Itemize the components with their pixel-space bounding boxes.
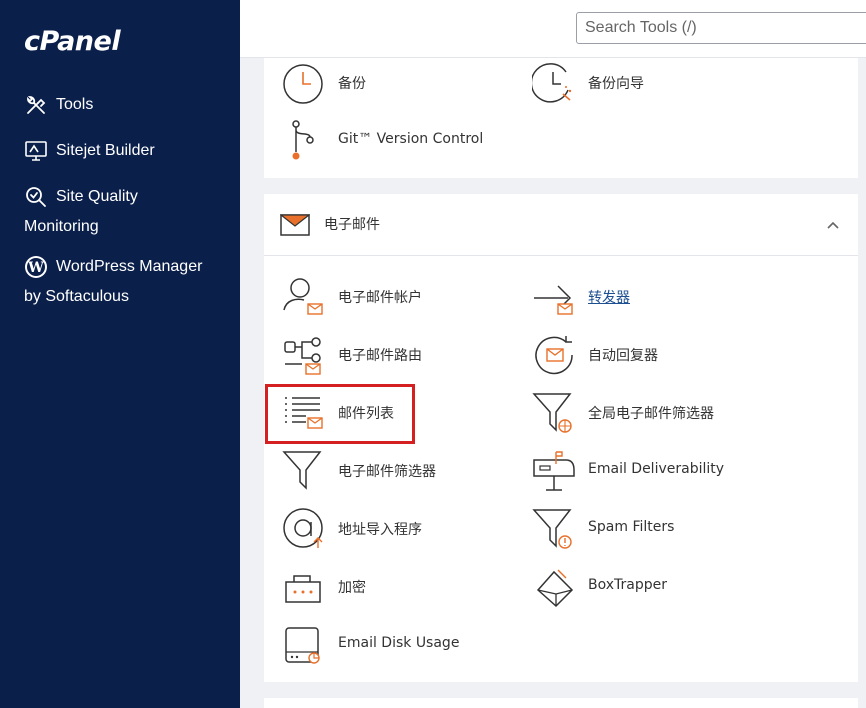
email-section-card: 电子邮件 电子邮件帐户 转发器 电子邮件路由 自动回复器 邮件列表 全局电子邮件… [264,194,858,682]
sidebar-item-label: WordPress Manager [56,258,203,275]
svg-text:W: W [27,260,44,276]
tool-label: BoxTrapper [588,577,667,593]
sidebar-item-site-quality[interactable]: Site Quality Monitoring [24,182,138,242]
sidebar-item-label: Tools [56,96,94,113]
sidebar-item-label-line2: Monitoring [24,218,99,236]
files-section-card: 备份 备份向导 Git™ Version Control [264,58,858,178]
email-section-title: 电子邮件 [324,217,380,233]
git-branch-icon [282,118,328,164]
backup-clock-icon [282,60,328,106]
tool-label: 电子邮件帐户 [338,290,422,306]
tool-label: Spam Filters [588,519,675,535]
tools-icon [24,93,48,117]
boxtrapper-icon [532,564,578,610]
global-filter-icon [532,390,578,436]
sidebar-item-label: Sitejet Builder [56,142,155,159]
email-section-header[interactable]: 电子邮件 [264,194,858,256]
sidebar-item-wordpress[interactable]: W WordPress Manager by Softaculous [24,252,202,312]
tool-label: 电子邮件筛选器 [338,464,436,480]
tool-label: 全局电子邮件筛选器 [588,406,714,422]
chevron-up-icon[interactable] [826,218,840,232]
magnifier-icon [24,185,48,209]
tool-label: 自动回复器 [588,348,658,364]
sidebar-item-sitejet[interactable]: Sitejet Builder [24,136,155,166]
tool-label: 地址导入程序 [338,522,422,538]
search-input[interactable] [576,12,866,44]
email-routing-icon [282,332,328,378]
wordpress-icon: W [24,255,48,279]
sidebar-item-tools[interactable]: Tools [24,90,93,120]
sidebar-item-label: Site Quality [56,188,138,205]
monitor-icon [24,139,48,163]
spam-filter-icon [532,506,578,552]
mailing-list-icon [282,390,328,436]
tool-label: Git™ Version Control [338,131,484,147]
backup-wizard-icon [532,60,578,106]
address-importer-icon [282,506,328,552]
mailbox-icon [532,448,578,494]
autoresponder-icon [532,332,578,378]
tool-label: 备份 [338,76,366,92]
tool-label: 邮件列表 [338,406,394,422]
tool-label: 电子邮件路由 [338,348,422,364]
envelope-icon [279,214,311,236]
tool-label: Email Disk Usage [338,635,460,651]
cpanel-logo[interactable]: cPanel [24,26,121,57]
email-account-icon [282,274,328,320]
top-header [240,0,866,58]
sidebar-item-label-line2: by Softaculous [24,288,129,306]
sidebar: cPanel Tools Sitejet Builder Site Qualit… [0,0,240,708]
disk-usage-icon [282,622,328,668]
tool-label: Email Deliverability [588,461,725,477]
tool-label: 备份向导 [588,76,644,92]
encryption-icon [282,564,328,610]
next-section-card [264,698,858,708]
tool-label: 加密 [338,580,366,596]
tool-label[interactable]: 转发器 [588,287,630,307]
email-filter-icon [282,448,328,494]
forwarder-arrow-icon [532,274,578,320]
